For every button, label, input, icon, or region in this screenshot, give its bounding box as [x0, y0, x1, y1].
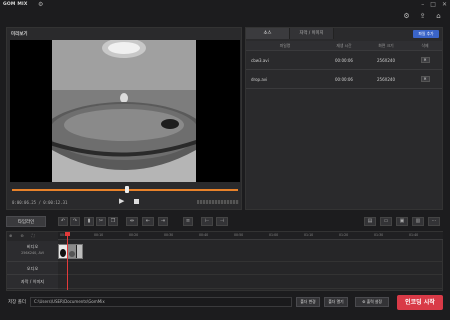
seek-handle[interactable]	[125, 186, 130, 193]
fit-icon[interactable]: ⛶	[32, 233, 35, 238]
file-duration: 00:00:06	[335, 76, 353, 82]
jog-scrubber[interactable]	[197, 200, 239, 204]
video-frame	[52, 40, 196, 182]
insert-clip-icon[interactable]: ▤	[364, 217, 376, 226]
playhead[interactable]	[67, 232, 68, 290]
ruler-tick: 00:10	[94, 233, 104, 237]
preview-title: 미리보기	[11, 32, 28, 37]
change-folder-button[interactable]: 폴더 변경	[296, 297, 320, 307]
window-controls: – □ ✕	[421, 1, 447, 8]
table-header: 파일명 재생 시간 화면 크기 삭제	[246, 41, 442, 51]
title-bar: GOM MIX ⚙ – □ ✕	[0, 0, 450, 10]
output-settings-label: 출력 설정	[366, 299, 382, 304]
start-encoding-button[interactable]: 인코딩 시작	[397, 295, 443, 310]
delete-file-button[interactable]: ✕	[420, 76, 430, 82]
export-clip-icon[interactable]: ▥	[412, 217, 424, 226]
ruler-tick: 00:20	[129, 233, 139, 237]
table-row[interactable]: drop.avi 00:00:06 256X240 ✕	[246, 70, 442, 89]
file-table: 파일명 재생 시간 화면 크기 삭제 cbw3.avi 00:00:06 256…	[246, 41, 442, 89]
audio-track[interactable]	[58, 262, 443, 275]
tab-source[interactable]: 소스	[246, 28, 290, 39]
preview-panel: 미리보기 0:00:06.25 / 0:00:12.31 ▶	[6, 27, 242, 210]
move-right-icon[interactable]: ⇥	[158, 217, 168, 226]
delete-icon[interactable]: ▮	[84, 217, 94, 226]
timeline[interactable]: ⊕ ⊖ ⛶ 00:00 00:10 00:20 00:30 00:40 00:5…	[6, 231, 443, 291]
ruler-tick: 01:00	[269, 233, 279, 237]
zoom-in-icon[interactable]: ⊕	[9, 233, 12, 238]
export-icon[interactable]: ⇪	[418, 12, 427, 21]
minimize-icon[interactable]: –	[421, 1, 424, 8]
video-viewport[interactable]	[10, 40, 240, 182]
video-frame-image	[52, 40, 196, 182]
timeline-mode-button[interactable]: 타임라인	[6, 216, 46, 227]
video-clip[interactable]	[58, 244, 83, 259]
play-icon[interactable]: ▶	[119, 197, 124, 205]
trim-end-icon[interactable]: ⊣	[216, 217, 228, 226]
track-label-audio: 오디오	[7, 262, 58, 275]
stop-icon[interactable]	[134, 199, 139, 204]
trim-start-icon[interactable]: ⊢	[201, 217, 213, 226]
copy-icon[interactable]: ❐	[108, 217, 118, 226]
output-settings-button[interactable]: ⚙ 출력 설정	[355, 297, 389, 307]
subtitle-track[interactable]	[58, 275, 443, 289]
gear-icon[interactable]: ⚙	[38, 1, 43, 8]
maximize-icon[interactable]: □	[430, 1, 436, 8]
top-toolbar: ⚙ ⇪ ⌂	[0, 10, 450, 25]
track-label-video: 비디오 256X240, AVI	[7, 241, 58, 262]
col-filename: 파일명	[279, 42, 291, 48]
save-folder-path[interactable]: C:\Users\USER\Documents\GomMix	[30, 297, 292, 307]
track-video-info: 256X240, AVI	[21, 251, 44, 255]
source-panel: 소스 자막 / 이미지 파일 추가 파일명 재생 시간 화면 크기 삭제 cbw…	[245, 27, 443, 210]
add-file-button[interactable]: 파일 추가	[413, 30, 439, 38]
folder-icon[interactable]: ▭	[380, 217, 392, 226]
file-name: drop.avi	[251, 76, 268, 82]
split-icon[interactable]: ⇹	[126, 217, 138, 226]
track-video-title: 비디오	[26, 244, 39, 249]
col-delete: 삭제	[421, 42, 429, 48]
delete-file-button[interactable]: ✕	[420, 57, 430, 63]
ruler-tick: 01:20	[339, 233, 349, 237]
save-folder-label: 저장 폴더	[8, 300, 26, 305]
align-icon[interactable]: ≡	[183, 217, 193, 226]
ruler-tick: 01:40	[409, 233, 419, 237]
ruler-tick: 00:50	[234, 233, 244, 237]
app-title: GOM MIX	[3, 2, 28, 7]
file-size: 256X240	[376, 76, 395, 82]
file-size: 256X240	[376, 57, 395, 63]
video-track[interactable]	[58, 241, 443, 262]
close-icon[interactable]: ✕	[442, 1, 447, 8]
undo-icon[interactable]: ↶	[58, 217, 68, 226]
cut-icon[interactable]: ✂	[96, 217, 106, 226]
col-size: 화면 크기	[378, 42, 394, 48]
timecode: 0:00:06.25 / 0:00:12.31	[12, 200, 68, 205]
table-row[interactable]: cbw3.avi 00:00:06 256X240 ✕	[246, 51, 442, 70]
redo-icon[interactable]: ↷	[70, 217, 80, 226]
track-label-subtitle: 자막 / 이미지	[7, 275, 58, 289]
move-left-icon[interactable]: ⇤	[142, 217, 154, 226]
col-duration: 재생 시간	[336, 42, 352, 48]
ruler-tick: 01:30	[374, 233, 384, 237]
open-folder-button[interactable]: 폴더 열기	[324, 297, 348, 307]
ruler-tick: 00:40	[199, 233, 209, 237]
time-ruler[interactable]: 00:00 00:10 00:20 00:30 00:40 00:50 01:0…	[58, 232, 443, 240]
file-name: cbw3.avi	[251, 57, 269, 63]
timeline-tools: ⊕ ⊖ ⛶	[9, 233, 35, 238]
file-duration: 00:00:06	[335, 57, 353, 63]
settings-icon[interactable]: ⚙	[402, 12, 411, 21]
zoom-out-icon[interactable]: ⊖	[20, 233, 23, 238]
ruler-tick: 01:10	[304, 233, 314, 237]
ruler-tick: 00:30	[164, 233, 174, 237]
home-icon[interactable]: ⌂	[434, 12, 443, 21]
more-icon[interactable]: ⋯	[428, 217, 440, 226]
save-project-icon[interactable]: ▣	[396, 217, 408, 226]
tab-subtitle-image[interactable]: 자막 / 이미지	[290, 28, 334, 39]
clip-thumbnail	[59, 245, 82, 258]
